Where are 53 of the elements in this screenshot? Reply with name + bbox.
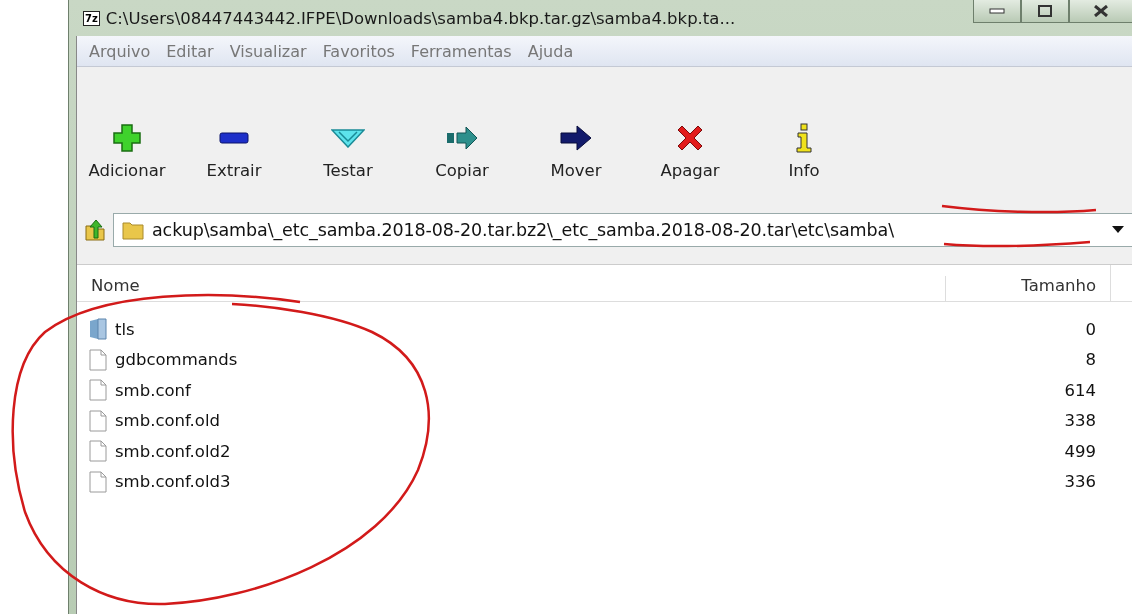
minimize-icon	[989, 8, 1005, 14]
file-name[interactable]: smb.conf	[111, 380, 946, 400]
file-name[interactable]: gdbcommands	[111, 350, 946, 370]
delete-x-icon	[676, 124, 704, 152]
file-icon	[89, 440, 107, 463]
toolbar-button[interactable]: Extrair	[177, 121, 291, 210]
file-icon	[89, 348, 107, 371]
chevron-icon	[331, 128, 365, 148]
folder-icon	[122, 220, 144, 240]
maximize-button[interactable]	[1021, 0, 1069, 23]
up-folder-icon[interactable]	[83, 218, 107, 242]
arrow-icon	[560, 125, 592, 151]
plus-icon	[112, 123, 142, 153]
window-title: C:\Users\08447443442.IFPE\Downloads\samba4.bkp.tar.gz\samba4.bkp.ta...	[105, 8, 736, 28]
file-name[interactable]: tls	[111, 319, 946, 339]
column-header[interactable]: Nome	[77, 276, 945, 301]
toolbar-button[interactable]: Apagar	[633, 121, 747, 210]
address-path: ackup\samba\_etc_samba.2018-08-20.tar.bz2\_etc_samba.2018-08-20.tar\etc\samba\	[152, 220, 894, 240]
maximize-icon	[1038, 5, 1052, 17]
file-size: 8	[1084, 350, 1097, 370]
file-size: 338	[1063, 411, 1097, 431]
address-field[interactable]: ackup\samba\_etc_samba.2018-08-20.tar.bz2\_etc_samba.2018-08-20.tar\etc\samba\	[113, 213, 1132, 247]
close-button[interactable]	[1069, 0, 1132, 23]
file-size: 499	[1063, 441, 1097, 461]
toolbar-button[interactable]: Adicionar	[77, 121, 177, 210]
menu-item[interactable]: Ferramentas	[402, 41, 520, 61]
file-icon	[89, 379, 107, 402]
close-icon	[1093, 5, 1109, 17]
app-icon: 7z	[83, 10, 100, 26]
menu-item[interactable]: Ajuda	[519, 41, 582, 61]
file-name[interactable]: smb.conf.old	[111, 411, 946, 431]
file-name[interactable]: smb.conf.old3	[111, 472, 946, 492]
minimize-button[interactable]	[973, 0, 1021, 23]
folder-icon	[89, 318, 107, 341]
toolbar-button[interactable]: Info	[747, 121, 861, 210]
file-size: 0	[1084, 319, 1097, 339]
menu-item[interactable]: Editar	[158, 41, 222, 61]
file-name[interactable]: smb.conf.old2	[111, 441, 946, 461]
info-icon	[794, 123, 814, 153]
file-size: 614	[1063, 380, 1097, 400]
file-size: 336	[1063, 472, 1097, 492]
dropdown-arrow-icon[interactable]	[1112, 226, 1124, 234]
toolbar-button[interactable]: Mover	[519, 121, 633, 210]
menu-item[interactable]: Visualizar	[221, 41, 315, 61]
toolbar-button[interactable]: Testar	[291, 121, 405, 210]
menu-item[interactable]: Favoritos	[314, 41, 403, 61]
toolbar-button[interactable]: Copiar	[405, 121, 519, 210]
menu-item[interactable]: Arquivo	[81, 41, 159, 61]
file-icon	[89, 409, 107, 432]
file-icon	[89, 470, 107, 493]
copy-arrow-icon	[446, 126, 478, 150]
column-header[interactable]: Tamanho	[945, 276, 1110, 301]
minus-icon	[219, 131, 249, 145]
